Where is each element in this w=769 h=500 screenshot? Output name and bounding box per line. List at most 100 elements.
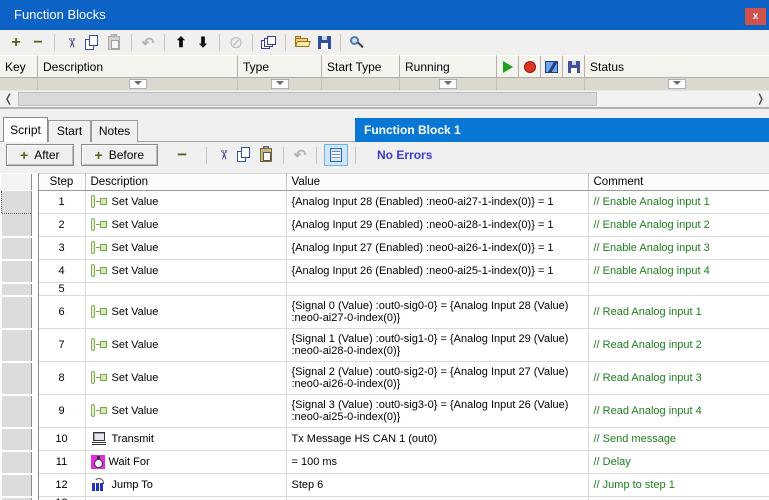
comment-cell[interactable]: // Enable Analog input 1 (588, 191, 769, 214)
remove-icon[interactable]: − (27, 33, 49, 53)
filter-funnel-icon[interactable] (439, 79, 457, 89)
add-before-button[interactable]: + Before (81, 144, 159, 166)
comment-cell[interactable] (588, 283, 769, 296)
value-cell[interactable]: Step 6 (286, 474, 588, 497)
col-value[interactable]: Value (286, 174, 588, 191)
comment-cell[interactable]: // Jump to step 1 (588, 474, 769, 497)
script-row[interactable]: 10TransmitTx Message HS CAN 1 (out0)// S… (1, 428, 769, 451)
filter-funnel-icon[interactable] (271, 79, 289, 89)
step-cell[interactable]: 4 (38, 260, 85, 283)
add-icon[interactable]: + (5, 33, 27, 53)
step-cell[interactable]: 13 (38, 497, 85, 500)
row-selector[interactable] (1, 362, 31, 395)
value-cell[interactable]: {Analog Input 27 (Enabled) :neo0-ai26-1-… (286, 237, 588, 260)
add-after-button[interactable]: + After (6, 144, 74, 166)
row-selector[interactable] (1, 474, 31, 497)
value-cell[interactable]: {Signal 0 (Value) :out0-sig0-0} = {Analo… (286, 296, 588, 329)
script-row[interactable]: 1Set Value{Analog Input 28 (Enabled) :ne… (1, 191, 769, 214)
comment-cell[interactable]: // Read Analog input 3 (588, 362, 769, 395)
horizontal-scrollbar[interactable]: ❬ ❭ (0, 90, 769, 107)
value-cell[interactable]: {Signal 2 (Value) :out0-sig2-0} = {Analo… (286, 362, 588, 395)
filter-type[interactable] (238, 78, 322, 90)
move-up-icon[interactable]: ⬆ (170, 33, 192, 53)
step-cell[interactable]: 1 (38, 191, 85, 214)
search-icon[interactable] (346, 33, 368, 53)
description-cell[interactable]: Set Value (85, 237, 286, 260)
script-log-button[interactable] (324, 144, 348, 166)
script-row[interactable]: 2Set Value{Analog Input 29 (Enabled) :ne… (1, 214, 769, 237)
filter-funnel-icon[interactable] (668, 79, 686, 89)
row-selector[interactable] (1, 395, 31, 428)
description-cell[interactable]: Set Value (85, 191, 286, 214)
copy-icon[interactable] (82, 33, 104, 53)
script-row[interactable]: 7Set Value{Signal 1 (Value) :out0-sig1-0… (1, 329, 769, 362)
column-key[interactable]: Key (0, 55, 38, 78)
step-cell[interactable]: 6 (38, 296, 85, 329)
description-cell[interactable]: Set Value (85, 362, 286, 395)
comment-cell[interactable]: // Enable Analog input 3 (588, 237, 769, 260)
col-step[interactable]: Step (38, 174, 85, 191)
column-start-type[interactable]: Start Type (322, 55, 400, 78)
tab-notes[interactable]: Notes (91, 120, 138, 142)
comment-cell[interactable]: // Enable Analog input 4 (588, 260, 769, 283)
column-type[interactable]: Type (238, 55, 322, 78)
step-cell[interactable]: 8 (38, 362, 85, 395)
save-running-icon[interactable] (563, 55, 585, 78)
value-cell[interactable]: {Analog Input 26 (Enabled) :neo0-ai25-1-… (286, 260, 588, 283)
paste-icon[interactable] (256, 145, 278, 165)
description-cell[interactable]: Set Value (85, 296, 286, 329)
comment-cell[interactable]: // Delay (588, 451, 769, 474)
script-row[interactable]: 13 (1, 497, 769, 500)
column-running[interactable]: Running (400, 55, 497, 78)
row-selector[interactable] (1, 329, 31, 362)
row-selector[interactable] (1, 214, 31, 237)
comment-cell[interactable]: // Read Analog input 1 (588, 296, 769, 329)
cut-icon[interactable]: ✂ (212, 145, 234, 165)
step-cell[interactable]: 10 (38, 428, 85, 451)
row-selector[interactable] (1, 296, 31, 329)
copy-icon[interactable] (234, 145, 256, 165)
script-row[interactable]: 9Set Value{Signal 3 (Value) :out0-sig3-0… (1, 395, 769, 428)
col-comment[interactable]: Comment (588, 174, 769, 191)
value-cell[interactable] (286, 497, 588, 500)
comment-cell[interactable] (588, 497, 769, 500)
comment-cell[interactable]: // Enable Analog input 2 (588, 214, 769, 237)
row-selector[interactable] (1, 428, 31, 451)
remove-step-icon[interactable]: − (177, 148, 187, 162)
tab-script[interactable]: Script (3, 117, 48, 142)
filter-description[interactable] (38, 78, 238, 90)
step-cell[interactable]: 12 (38, 474, 85, 497)
description-cell[interactable]: Jump To (85, 474, 286, 497)
script-row[interactable]: 12Jump ToStep 6// Jump to step 1 (1, 474, 769, 497)
cut-icon[interactable]: ✂ (60, 33, 82, 53)
save-icon[interactable] (313, 33, 335, 53)
col-description[interactable]: Description (85, 174, 286, 191)
undo-icon[interactable]: ↶ (137, 33, 159, 53)
paste-icon[interactable] (104, 33, 126, 53)
close-button[interactable]: x (745, 8, 766, 25)
description-cell[interactable] (85, 283, 286, 296)
value-cell[interactable]: = 100 ms (286, 451, 588, 474)
tab-start[interactable]: Start (48, 120, 91, 142)
value-cell[interactable]: {Analog Input 29 (Enabled) :neo0-ai28-1-… (286, 214, 588, 237)
duplicate-icon[interactable] (258, 33, 280, 53)
description-cell[interactable]: Set Value (85, 329, 286, 362)
description-cell[interactable]: Transmit (85, 428, 286, 451)
filter-status[interactable] (585, 78, 769, 90)
scrollbar-thumb[interactable] (18, 92, 597, 106)
script-row[interactable]: 6Set Value{Signal 0 (Value) :out0-sig0-0… (1, 296, 769, 329)
row-selector[interactable] (1, 260, 31, 283)
step-cell[interactable]: 2 (38, 214, 85, 237)
scroll-left-icon[interactable]: ❬ (0, 91, 17, 107)
filter-funnel-icon[interactable] (129, 79, 147, 89)
value-cell[interactable]: {Analog Input 28 (Enabled) :neo0-ai27-1-… (286, 191, 588, 214)
row-selector[interactable] (1, 283, 31, 296)
description-cell[interactable]: Set Value (85, 214, 286, 237)
report-icon[interactable] (541, 55, 563, 78)
comment-cell[interactable]: // Read Analog input 2 (588, 329, 769, 362)
step-cell[interactable]: 7 (38, 329, 85, 362)
run-icon[interactable] (497, 55, 519, 78)
stop-icon[interactable] (519, 55, 541, 78)
script-row[interactable]: 5 (1, 283, 769, 296)
script-row[interactable]: 8Set Value{Signal 2 (Value) :out0-sig2-0… (1, 362, 769, 395)
